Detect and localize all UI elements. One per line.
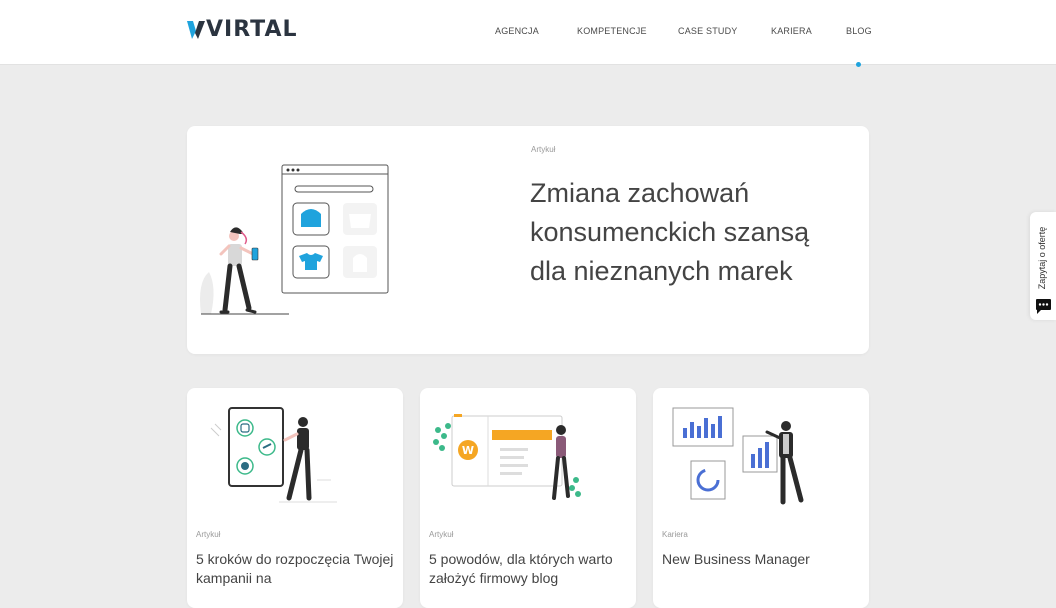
nav-blog[interactable]: BLOG (846, 26, 872, 36)
site-header: VIRTAL AGENCJA KOMPETENCJE CASE STUDY KA… (0, 0, 1056, 67)
nav-agencja[interactable]: AGENCJA (495, 26, 539, 36)
shopping-illustration-icon (200, 164, 389, 315)
post-card[interactable]: Artykuł 5 kroków do rozpoczęcia Twojej k… (187, 388, 403, 608)
main-nav: AGENCJA KOMPETENCJE CASE STUDY KARIERA B… (0, 26, 1056, 40)
post-category: Artykuł (429, 530, 454, 539)
business-charts-illustration-icon (672, 407, 804, 505)
post-title[interactable]: 5 kroków do rozpoczęcia Twojej kampanii … (196, 550, 396, 588)
ask-for-offer-label: Zapytaj o ofertę (1037, 226, 1047, 290)
ask-for-offer-tab[interactable]: Zapytaj o ofertę (1030, 212, 1056, 320)
post-card[interactable]: Kariera New Business Manager (653, 388, 869, 608)
social-media-illustration-icon (210, 407, 337, 503)
active-nav-indicator (856, 62, 861, 67)
chat-icon (1036, 299, 1051, 314)
svg-text:W: W (462, 444, 474, 457)
nav-kompetencje[interactable]: KOMPETENCJE (577, 26, 647, 36)
nav-case-study[interactable]: CASE STUDY (678, 26, 738, 36)
wordpress-blog-illustration-icon: W (433, 414, 581, 500)
nav-kariera[interactable]: KARIERA (771, 26, 812, 36)
post-category: Kariera (662, 530, 688, 539)
featured-post-title[interactable]: Zmiana zachowań konsumenckich szansą dla… (530, 174, 850, 291)
featured-post-card[interactable]: Artykuł Zmiana zachowań konsumenckich sz… (187, 126, 869, 354)
post-category: Artykuł (531, 145, 556, 154)
post-category: Artykuł (196, 530, 221, 539)
post-title[interactable]: New Business Manager (662, 550, 862, 569)
post-card[interactable]: W Artykuł 5 powodów, dla których warto z… (420, 388, 636, 608)
post-title[interactable]: 5 powodów, dla których warto założyć fir… (429, 550, 629, 588)
